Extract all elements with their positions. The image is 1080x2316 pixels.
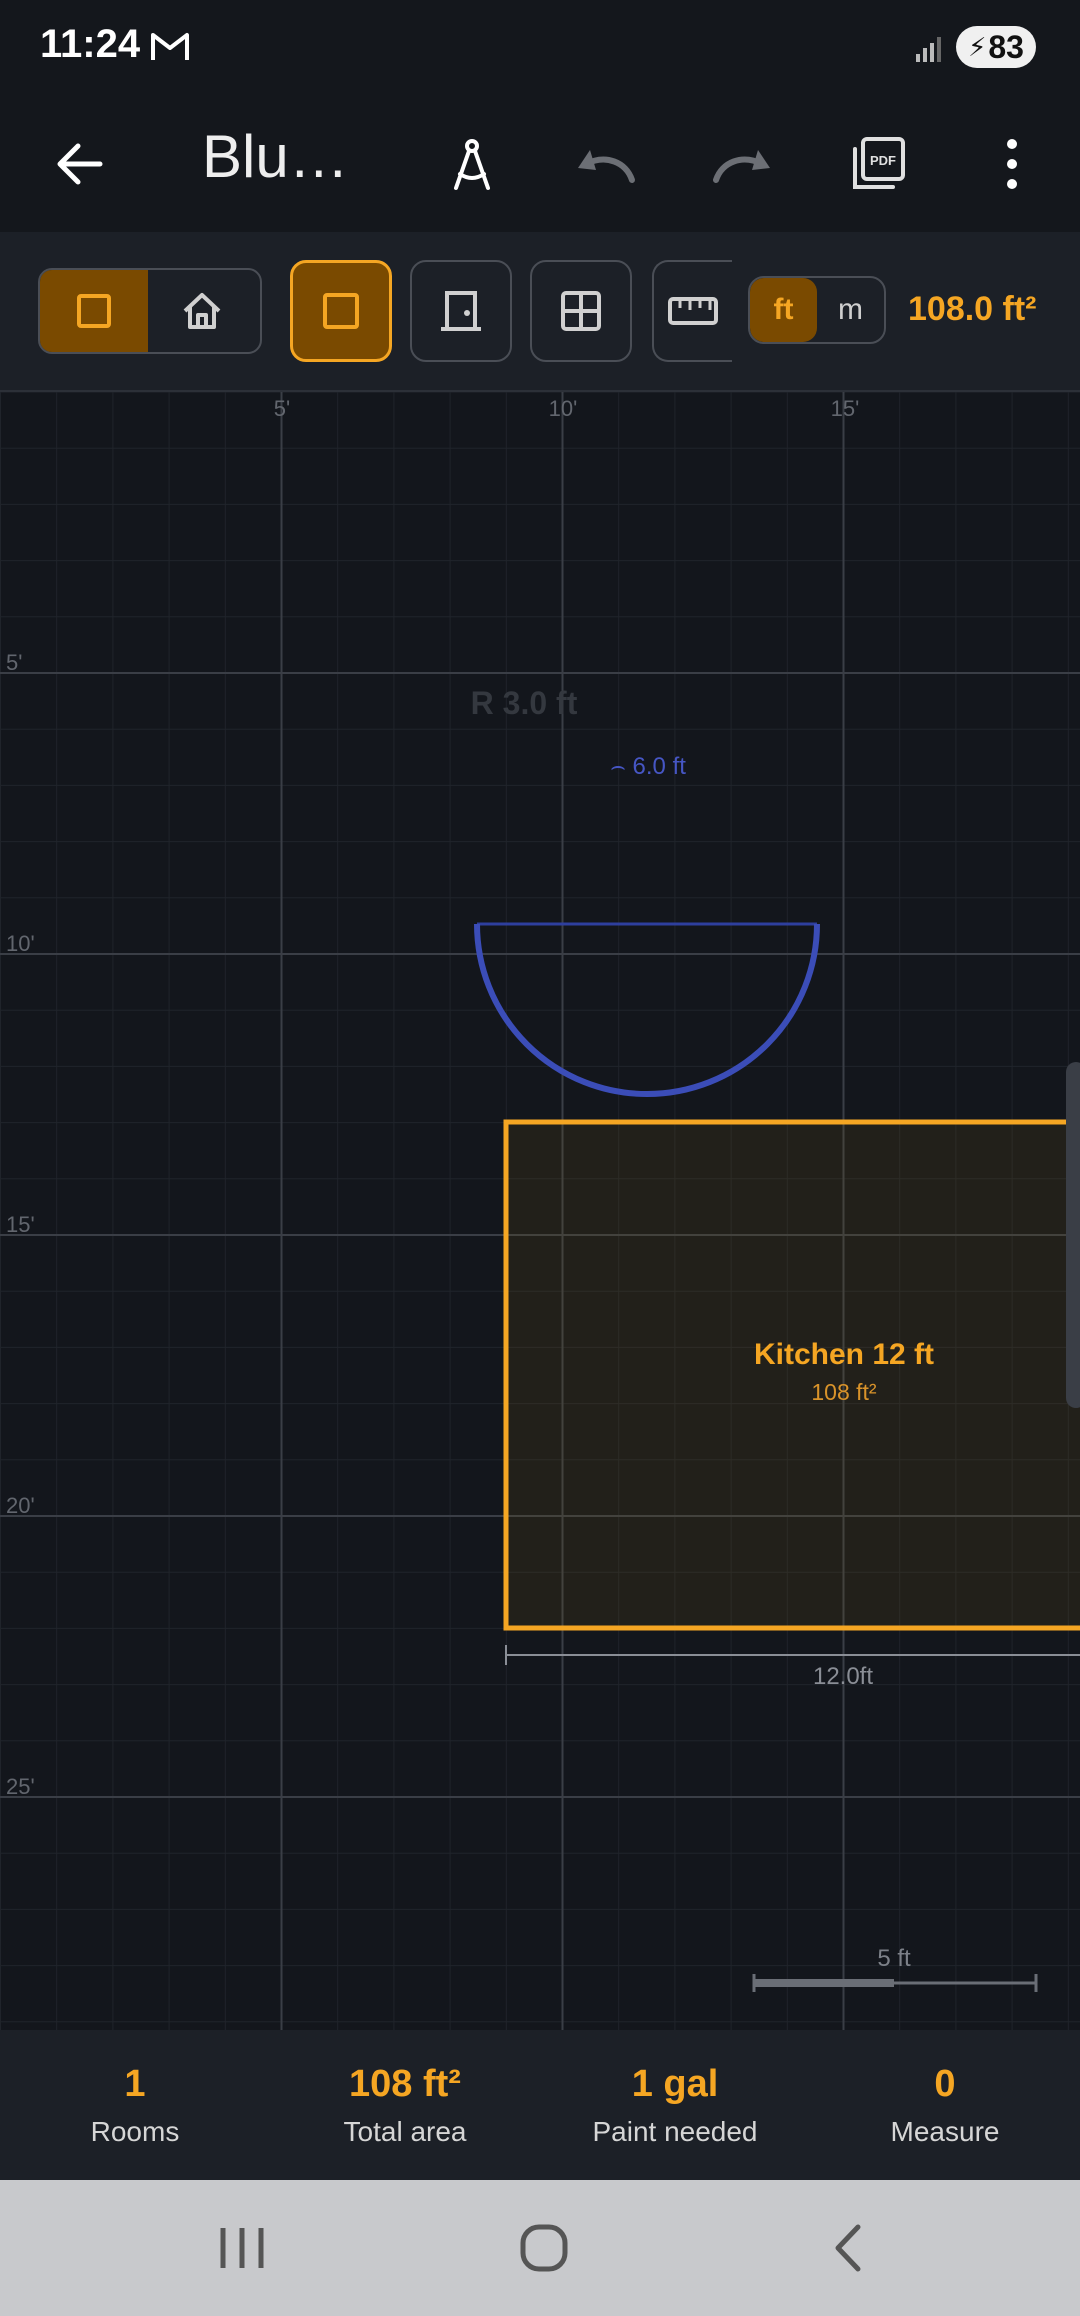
charging-icon: ⚡: [968, 31, 987, 62]
battery-indicator: ⚡ 83: [956, 26, 1036, 68]
stat-value: 1 gal: [631, 2062, 719, 2105]
more-vert-icon: [1007, 139, 1017, 189]
arc-radius-label: R 3.0 ft: [471, 685, 578, 721]
stat-value: 108 ft²: [349, 2062, 461, 2105]
stat-rooms: 1 Rooms: [0, 2030, 270, 2180]
room-kitchen[interactable]: [503, 1119, 1080, 1631]
redo-icon: [713, 150, 770, 183]
unit-meters-button[interactable]: m: [817, 278, 884, 342]
back-button[interactable]: [48, 132, 112, 196]
svg-text:PDF: PDF: [870, 153, 896, 168]
back-nav-button[interactable]: [798, 2208, 898, 2288]
status-time: 11:24: [40, 22, 141, 66]
total-area-readout: 108.0 ft²: [908, 290, 1037, 328]
ruler-x-label: 5': [274, 396, 290, 421]
export-pdf-button[interactable]: PDF: [846, 132, 910, 196]
stat-label: Rooms: [90, 2115, 180, 2147]
ruler-x-label: 15': [831, 396, 860, 421]
stat-paint-needed: 1 gal Paint needed: [540, 2030, 810, 2180]
stats-bar: 1 Rooms 108 ft² Total area 1 gal Paint n…: [0, 2030, 1080, 2180]
page-title: Blu…: [202, 123, 349, 190]
ruler-x-label: 10': [549, 396, 578, 421]
stat-value: 0: [934, 2062, 956, 2105]
square-icon: [323, 293, 359, 329]
undo-button[interactable]: [574, 132, 638, 196]
house-mode-button[interactable]: [148, 270, 256, 352]
compass-button[interactable]: [440, 132, 504, 196]
stat-label: Paint needed: [592, 2115, 758, 2147]
dimension-line: [505, 1645, 1080, 1665]
home-circle-icon: [520, 2224, 568, 2272]
signal-icon: [916, 37, 941, 62]
scale-bar-fill: [754, 1979, 894, 1987]
arc-shape[interactable]: [474, 923, 820, 1097]
window-tool[interactable]: [530, 260, 632, 362]
back-chevron-icon: [835, 2224, 861, 2272]
stat-total-area: 108 ft² Total area: [270, 2030, 540, 2180]
stat-measure: 0 Measure: [810, 2030, 1080, 2180]
pdf-icon: PDF: [853, 137, 905, 189]
dimension-label: 12.0ft: [813, 1663, 873, 1690]
system-nav-bar: [0, 2180, 1080, 2316]
view-mode-toggle: [38, 268, 262, 354]
floor-plan-canvas[interactable]: 5' 10' 15' 5' 10' 15' 20' 25' R 3.0 ft ⌢…: [0, 391, 1080, 2030]
redo-button[interactable]: [710, 132, 774, 196]
home-button[interactable]: [494, 2208, 594, 2288]
ruler-y-label: 10': [6, 931, 35, 956]
back-arrow-icon: [57, 143, 103, 185]
scale-bar-label: 5 ft: [877, 1945, 911, 1972]
stat-label: Total area: [343, 2115, 467, 2147]
room-area-label: 108 ft²: [811, 1379, 877, 1405]
window-icon: [561, 291, 601, 331]
unit-feet-button[interactable]: ft: [750, 278, 817, 342]
arc-length-label: ⌢ 6.0 ft: [610, 753, 686, 780]
door-icon: [441, 291, 481, 331]
square-icon: [77, 294, 111, 328]
stat-value: 1: [124, 2062, 146, 2105]
stat-label: Measure: [890, 2115, 1000, 2147]
room-mode-button[interactable]: [40, 270, 148, 352]
undo-icon: [578, 150, 635, 183]
door-tool[interactable]: [410, 260, 512, 362]
home-icon: [183, 293, 221, 329]
recent-apps-icon: [220, 2228, 264, 2268]
toolbar: ft m 108.0 ft²: [0, 232, 1080, 392]
draw-room-tool[interactable]: [290, 260, 392, 362]
more-options-button[interactable]: [980, 132, 1044, 196]
ruler-y-label: 5': [6, 650, 22, 675]
gmail-icon: [151, 33, 189, 60]
battery-level: 83: [988, 28, 1024, 65]
ruler-y-label: 25': [6, 1774, 35, 1799]
measure-tool[interactable]: [652, 260, 732, 362]
room-name-label: Kitchen 12 ft: [754, 1338, 934, 1371]
unit-toggle: ft m: [748, 276, 886, 344]
app-bar: Blu… PDF: [0, 96, 1080, 232]
floor-plan-svg[interactable]: 5' 10' 15' 5' 10' 15' 20' 25' R 3.0 ft ⌢…: [0, 391, 1080, 2030]
compass-icon: [454, 139, 490, 190]
recent-apps-button[interactable]: [192, 2208, 292, 2288]
scroll-handle[interactable]: [1066, 1062, 1080, 1408]
ruler-y-label: 15': [6, 1212, 35, 1237]
ruler-y-label: 20': [6, 1493, 35, 1518]
status-bar: 11:24 ⚡ 83: [0, 0, 1080, 96]
ruler-icon: [668, 297, 718, 325]
